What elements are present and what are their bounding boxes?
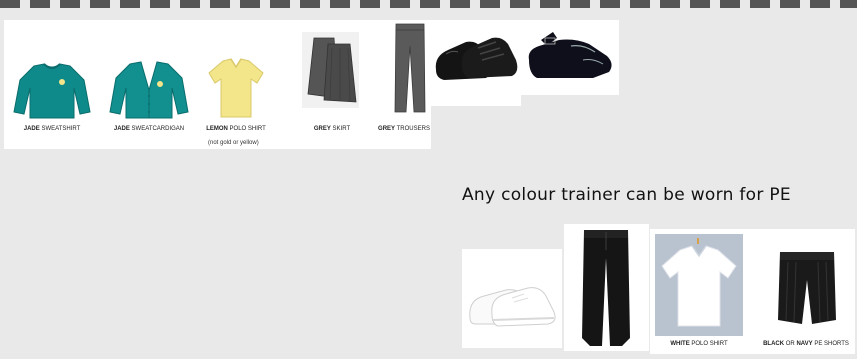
black-joggers-image [582,230,630,346]
black-pe-shorts-image [778,252,836,324]
white-polo-shirt-image [661,238,737,327]
jade-cardigan-label: JADE SWEATCARDIGAN [113,126,185,132]
jade-sweatshirt-label: JADE SWEATSHIRT [23,126,81,132]
grey-skirt-image [307,37,357,103]
white-polo-label: WHITE POLO SHIRT [670,341,728,347]
white-trainers-image [469,287,556,327]
polo-note: (not gold or yellow) [208,140,259,146]
jade-sweatshirt-image [13,63,91,119]
grey-skirt-label: GREY SKIRT [313,126,351,132]
black-tbar-shoe-image [528,32,612,78]
lemon-polo-label: LEMON POLO SHIRT [206,126,266,132]
grey-trousers-label: GREY TROUSERS [378,126,430,132]
pe-shorts-label: BLACK OR NAVY PE SHORTS [763,341,849,347]
black-velcro-shoes-image [435,37,518,80]
grey-trousers-image [394,23,426,113]
jade-cardigan-image [109,61,189,119]
lemon-polo-shirt-image [208,58,264,118]
dashed-top-border [0,0,857,8]
pe-trainer-note: Any colour trainer can be worn for PE [462,185,791,205]
